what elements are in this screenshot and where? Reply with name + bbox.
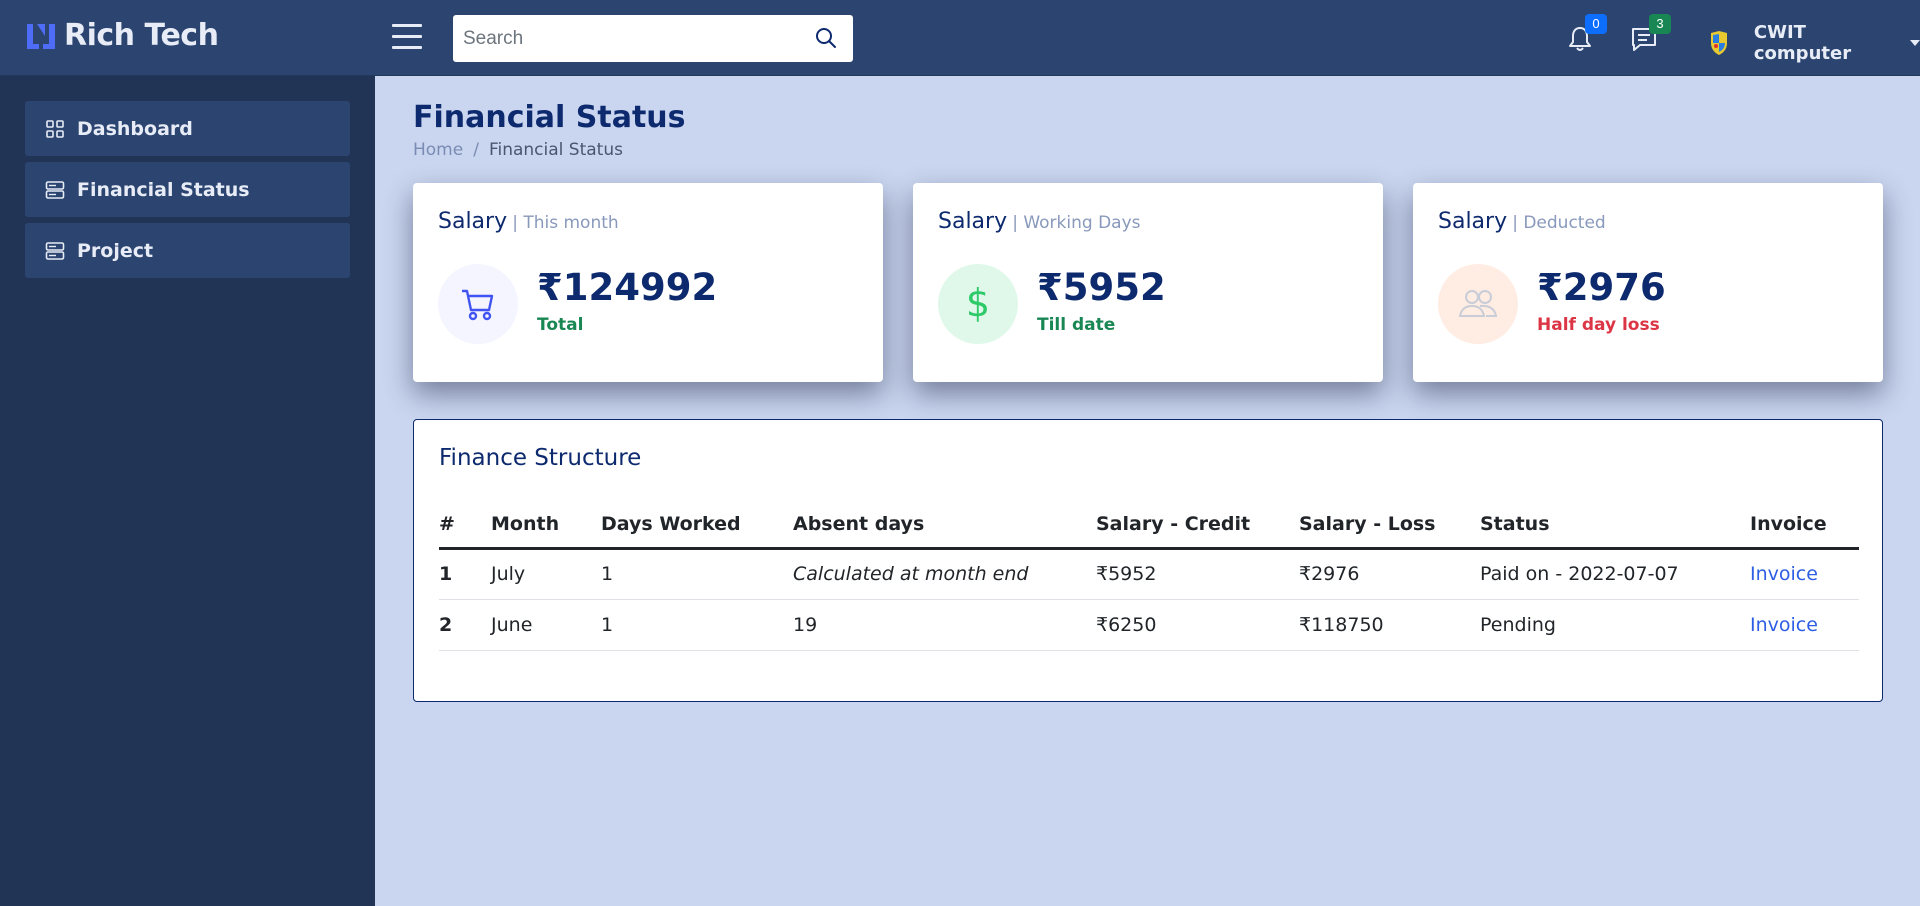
grid-icon — [46, 119, 64, 138]
sidebar-item-label: Project — [77, 239, 154, 262]
salary-this-month-card: Salary | This month ₹124992 Total — [413, 183, 883, 382]
notifications-button[interactable]: 0 — [1565, 14, 1607, 54]
salary-credit-cell: ₹6250 — [1096, 599, 1299, 651]
cart-icon — [438, 264, 518, 344]
column-header: Salary - Credit — [1096, 502, 1299, 550]
card-value: ₹5952 — [1037, 266, 1166, 309]
column-header: Invoice — [1750, 502, 1859, 550]
status-cell: Pending — [1480, 599, 1750, 651]
card-title-main: Salary — [438, 209, 508, 234]
card-subtitle: | Deducted — [1512, 213, 1606, 233]
search-icon[interactable] — [815, 27, 837, 49]
sidebar-item-label: Financial Status — [77, 178, 250, 201]
status-cell: Paid on - 2022-07-07 — [1480, 548, 1750, 600]
card-label: Total — [537, 315, 584, 335]
invoice-cell: Invoice — [1750, 548, 1859, 600]
top-header: Rich Tech 0 3 — [0, 0, 1920, 76]
user-menu[interactable]: CWIT computer — [1703, 22, 1920, 64]
card-label: Half day loss — [1537, 315, 1660, 335]
brand-name: Rich Tech — [64, 18, 219, 53]
logo-icon — [27, 23, 55, 49]
sidebar-item-project[interactable]: Project — [25, 223, 350, 278]
sidebar-item-label: Dashboard — [77, 117, 193, 140]
breadcrumb-current: Financial Status — [488, 140, 623, 160]
chevron-down-icon — [1910, 40, 1920, 46]
page-title: Financial Status — [413, 100, 686, 135]
finance-table: # Month Days Worked Absent days Salary -… — [439, 502, 1859, 651]
search-bar — [453, 15, 853, 62]
card-title: Salary | This month — [438, 209, 619, 234]
card-title-main: Salary — [1438, 209, 1508, 234]
invoice-link[interactable]: Invoice — [1750, 563, 1818, 585]
breadcrumb-home[interactable]: Home — [413, 140, 463, 160]
card-title: Salary | Deducted — [1438, 209, 1606, 234]
server-icon — [45, 241, 65, 260]
server-icon — [45, 180, 65, 199]
row-index: 2 — [439, 599, 491, 651]
card-subtitle: | This month — [512, 213, 619, 233]
notifications-badge: 0 — [1585, 14, 1607, 34]
salary-loss-cell: ₹2976 — [1299, 548, 1480, 600]
finance-structure-card: Finance Structure # Month Days Worked Ab… — [413, 419, 1883, 702]
people-icon — [1438, 264, 1518, 344]
breadcrumb-separator: / — [473, 140, 479, 160]
card-value: ₹124992 — [537, 266, 718, 309]
sidebar-item-financial-status[interactable]: Financial Status — [25, 162, 350, 217]
column-header: Salary - Loss — [1299, 502, 1480, 550]
invoice-link[interactable]: Invoice — [1750, 614, 1818, 636]
month-cell: June — [491, 599, 601, 651]
user-name: CWIT computer — [1753, 22, 1852, 64]
invoice-cell: Invoice — [1750, 599, 1859, 651]
days-worked-cell: 1 — [601, 548, 793, 600]
card-subtitle: | Working Days — [1012, 213, 1141, 233]
absent-days-cell: Calculated at month end — [793, 548, 1096, 600]
column-header: # — [439, 502, 491, 550]
salary-credit-cell: ₹5952 — [1096, 548, 1299, 600]
svg-text:$: $ — [966, 284, 990, 324]
table-row: 1 July 1 Calculated at month end ₹5952 ₹… — [439, 548, 1859, 600]
table-row: 2 June 1 19 ₹6250 ₹118750 Pending Invoic… — [439, 599, 1859, 651]
messages-button[interactable]: 3 — [1629, 14, 1671, 54]
finance-title: Finance Structure — [439, 445, 642, 471]
avatar — [1703, 27, 1734, 59]
row-index: 1 — [439, 548, 491, 600]
days-worked-cell: 1 — [601, 599, 793, 651]
card-value: ₹2976 — [1537, 266, 1666, 309]
salary-deducted-card: Salary | Deducted ₹2976 Half day loss — [1413, 183, 1883, 382]
table-header-row: # Month Days Worked Absent days Salary -… — [439, 502, 1859, 550]
column-header: Absent days — [793, 502, 1096, 550]
salary-loss-cell: ₹118750 — [1299, 599, 1480, 651]
month-cell: July — [491, 548, 601, 600]
card-title: Salary | Working Days — [938, 209, 1141, 234]
breadcrumb: Home / Financial Status — [413, 140, 623, 160]
column-header: Month — [491, 502, 601, 550]
column-header: Status — [1480, 502, 1750, 550]
search-input[interactable] — [453, 15, 803, 62]
brand-logo[interactable]: Rich Tech — [24, 18, 219, 53]
messages-badge: 3 — [1649, 14, 1671, 34]
sidebar-item-dashboard[interactable]: Dashboard — [25, 101, 350, 156]
salary-working-days-card: Salary | Working Days $ ₹5952 Till date — [913, 183, 1383, 382]
absent-days-cell: 19 — [793, 599, 1096, 651]
card-title-main: Salary — [938, 209, 1008, 234]
column-header: Days Worked — [601, 502, 793, 550]
menu-toggle-icon[interactable] — [392, 24, 422, 52]
card-label: Till date — [1037, 315, 1116, 335]
sidebar: Dashboard Financial Status Project — [0, 76, 375, 906]
dollar-icon: $ — [938, 264, 1018, 344]
